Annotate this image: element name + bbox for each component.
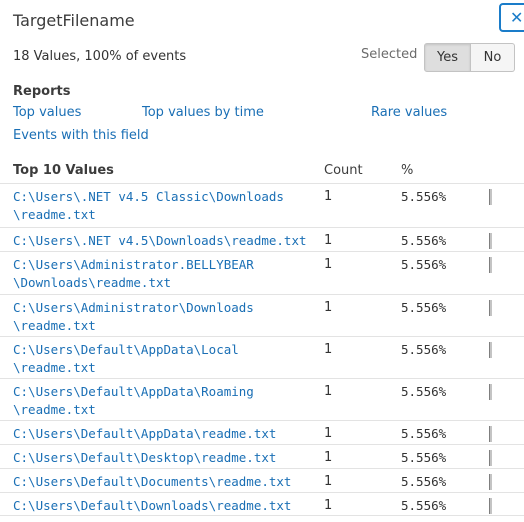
value-percent: 5.556% bbox=[401, 257, 447, 272]
close-button[interactable]: ✕ bbox=[499, 3, 524, 32]
selected-yes-button[interactable]: Yes bbox=[424, 43, 471, 72]
top-values-heading: Top 10 Values bbox=[13, 163, 114, 178]
value-percent: 5.556% bbox=[401, 384, 447, 399]
value-link[interactable]: C:\Users\Default\Desktop\readme.txt bbox=[13, 449, 276, 467]
value-percent: 5.556% bbox=[401, 498, 447, 513]
table-row: C:\Users\Default\Documents\readme.txt 1 5.… bbox=[0, 468, 524, 492]
value-percent: 5.556% bbox=[401, 233, 447, 248]
value-percent: 5.556% bbox=[401, 474, 447, 489]
top-values-link[interactable]: Top values bbox=[13, 105, 81, 120]
percent-bar bbox=[489, 498, 492, 514]
percent-bar bbox=[489, 474, 492, 490]
count-column-header: Count bbox=[324, 163, 363, 178]
value-count: 1 bbox=[324, 300, 333, 315]
table-row: C:\Users\Administrator\Downloads \readme… bbox=[0, 294, 524, 336]
value-percent: 5.556% bbox=[401, 426, 447, 441]
value-link[interactable]: C:\Users\Default\AppData\Local \readme.t… bbox=[13, 341, 239, 377]
value-count: 1 bbox=[324, 189, 333, 204]
percent-column-header: % bbox=[401, 163, 414, 178]
percent-bar bbox=[489, 189, 492, 205]
value-link[interactable]: C:\Users\Default\AppData\Roaming \readme… bbox=[13, 383, 254, 419]
percent-bar bbox=[489, 300, 492, 316]
value-link[interactable]: C:\Users\Default\Documents\readme.txt bbox=[13, 473, 291, 491]
value-count: 1 bbox=[324, 257, 333, 272]
value-count: 1 bbox=[324, 498, 333, 513]
value-count: 1 bbox=[324, 450, 333, 465]
percent-bar bbox=[489, 233, 492, 249]
value-percent: 5.556% bbox=[401, 450, 447, 465]
reports-heading: Reports bbox=[13, 84, 71, 99]
table-row: C:\Users\Default\Desktop\readme.txt 1 5.55… bbox=[0, 444, 524, 468]
percent-bar bbox=[489, 342, 492, 358]
percent-bar bbox=[489, 426, 492, 442]
table-bottom-divider bbox=[0, 515, 524, 516]
value-link[interactable]: C:\Users\Administrator\Downloads \readme… bbox=[13, 299, 254, 335]
value-count: 1 bbox=[324, 426, 333, 441]
value-link[interactable]: C:\Users\.NET v4.5\Downloads\readme.txt bbox=[13, 232, 307, 250]
value-link[interactable]: C:\Users\.NET v4.5 Classic\Downloads \re… bbox=[13, 188, 284, 224]
value-count: 1 bbox=[324, 233, 333, 248]
value-percent: 5.556% bbox=[401, 189, 447, 204]
value-link[interactable]: C:\Users\Administrator.BELLYBEAR \Downlo… bbox=[13, 256, 254, 292]
table-row: C:\Users\Administrator.BELLYBEAR \Downlo… bbox=[0, 251, 524, 294]
selected-label: Selected bbox=[361, 47, 418, 62]
table-row: C:\Users\Default\AppData\Roaming \readme… bbox=[0, 378, 524, 420]
value-link[interactable]: C:\Users\Default\AppData\readme.txt bbox=[13, 425, 276, 443]
rare-values-link[interactable]: Rare values bbox=[371, 105, 447, 120]
close-icon: ✕ bbox=[510, 8, 524, 27]
selected-no-button[interactable]: No bbox=[471, 43, 515, 72]
table-row: C:\Users\Default\AppData\Local \readme.t… bbox=[0, 336, 524, 378]
value-count: 1 bbox=[324, 474, 333, 489]
field-title: TargetFilename bbox=[13, 11, 135, 30]
value-link[interactable]: C:\Users\Default\Downloads\readme.txt bbox=[13, 497, 291, 515]
table-row: C:\Users\.NET v4.5 Classic\Downloads \re… bbox=[0, 183, 524, 225]
values-summary: 18 Values, 100% of events bbox=[13, 49, 187, 64]
value-count: 1 bbox=[324, 384, 333, 399]
percent-bar bbox=[489, 384, 492, 400]
table-row: C:\Users\.NET v4.5\Downloads\readme.txt 1… bbox=[0, 227, 524, 251]
value-percent: 5.556% bbox=[401, 342, 447, 357]
value-count: 1 bbox=[324, 342, 333, 357]
value-percent: 5.556% bbox=[401, 300, 447, 315]
percent-bar bbox=[489, 257, 492, 273]
percent-bar bbox=[489, 450, 492, 466]
table-row: C:\Users\Default\AppData\readme.txt 1 5.55… bbox=[0, 420, 524, 444]
events-with-field-link[interactable]: Events with this field bbox=[13, 128, 149, 143]
table-row: C:\Users\Default\Downloads\readme.txt 1 5.… bbox=[0, 492, 524, 515]
selected-toggle: Yes No bbox=[424, 43, 515, 72]
top-values-by-time-link[interactable]: Top values by time bbox=[142, 105, 264, 120]
